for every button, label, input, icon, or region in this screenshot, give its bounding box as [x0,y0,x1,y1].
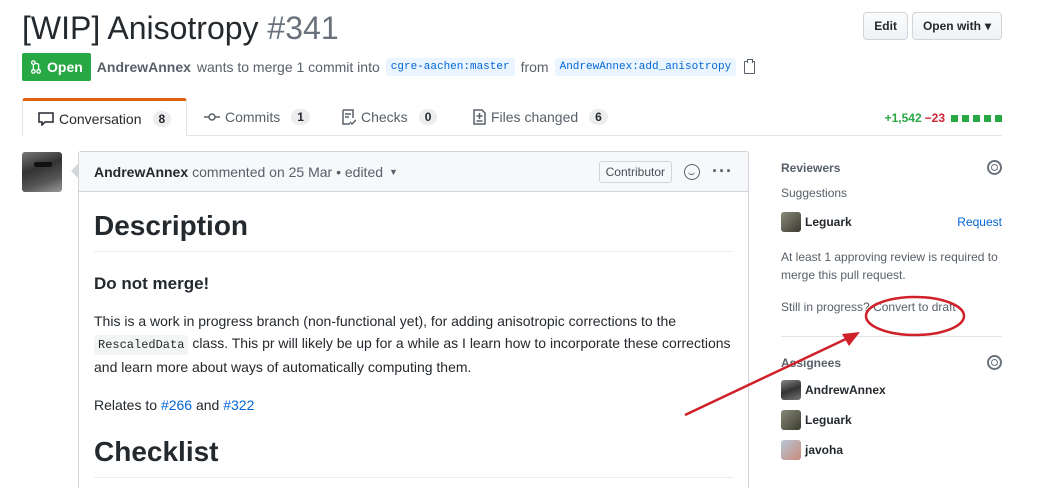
still-in-progress: Still in progress? Convert to draft [781,300,1002,314]
tab-counter: 0 [418,109,438,125]
paragraph-text: class. This pr will likely be up for a w… [94,335,731,375]
comment-icon [38,111,54,126]
diffstat-block [973,114,980,122]
divider [781,336,1002,337]
contributor-badge: Contributor [598,160,673,183]
pr-meta: Open AndrewAnnex wants to merge 1 commit… [22,53,756,81]
pr-title: [WIP] Anisotropy [22,10,259,46]
heading-description: Description [94,210,733,252]
sidebar: Reviewers Suggestions Leguark Request At… [781,160,1002,460]
relates-text: and [195,397,220,413]
request-review-link[interactable]: Request [957,215,1002,229]
assignee-row[interactable]: AndrewAnnex [781,380,1002,400]
tab-label: Checks [361,109,408,125]
issue-link-266[interactable]: #266 [161,397,192,413]
tab-counter: 8 [152,110,172,127]
tab-counter: 6 [589,109,608,125]
suggestions-label: Suggestions [781,186,848,200]
tab-conversation[interactable]: Conversation 8 [22,98,188,137]
chevron-down-icon[interactable]: ▼ [389,167,398,177]
diffstat[interactable]: +1,542 −23 [885,111,1002,125]
chevron-down-icon: ▾ [984,19,991,33]
page-title: [WIP] Anisotropy #341 [22,8,339,48]
approval-note: At least 1 approving review is required … [781,250,998,282]
tab-checks[interactable]: Checks 0 [342,98,438,136]
base-branch[interactable]: cgre-aachen:master [385,58,515,76]
additions-count: +1,542 [884,111,922,125]
avatar [781,380,801,400]
avatar [781,440,801,460]
merge-text: wants to merge 1 commit into [196,59,380,75]
gear-icon[interactable] [987,160,1002,175]
avatar[interactable] [22,152,62,192]
heading-checklist: Checklist [94,436,733,478]
diffstat-block [995,114,1002,122]
comment-body: Description Do not merge! This is a work… [79,192,748,488]
pr-tabs: Conversation 8 Commits 1 Checks 0 Files … [22,98,1002,137]
diffstat-block [951,114,958,122]
status-badge: Open [22,53,91,81]
avatar [781,410,801,430]
still-text: Still in progress? [781,300,870,314]
assignee-name: Leguark [805,413,852,427]
paragraph-text: This is a work in progress branch (non-f… [94,313,677,329]
inline-code: RescaledData [94,335,189,355]
comment-timestamp[interactable]: commented on 25 Mar • edited [192,164,383,180]
head-branch[interactable]: AndrewAnnex:add_anisotropy [554,58,737,76]
reviewers-header[interactable]: Reviewers [781,160,1002,175]
file-diff-icon [473,109,486,125]
assignees-header[interactable]: Assignees [781,355,1002,370]
clipboard-icon[interactable] [744,58,756,74]
reviewer-name[interactable]: Leguark [805,215,957,229]
open-with-label: Open with [922,19,981,33]
heading-do-not-merge: Do not merge! [94,274,210,293]
issue-link-322[interactable]: #322 [223,397,254,413]
gear-icon[interactable] [987,355,1002,370]
assignee-row[interactable]: Leguark [781,410,1002,430]
tab-label: Files changed [491,109,579,125]
comment-header: AndrewAnnex commented on 25 Mar • edited… [79,152,748,192]
header-actions: Edit Open with ▾ [863,12,1002,40]
diffstat-block [984,114,991,122]
kebab-menu-icon[interactable]: ··· [712,161,733,182]
status-label: Open [47,59,83,75]
paragraph: This is a work in progress branch (non-f… [94,310,733,378]
tab-label: Conversation [59,110,142,127]
assignees-title: Assignees [781,355,842,370]
relates-line: Relates to #266 and #322 [94,394,733,416]
assignee-name: AndrewAnnex [805,383,886,397]
reviewer-suggestion: Leguark Request [781,212,1002,232]
pr-number: #341 [267,10,339,46]
tab-label: Commits [225,109,281,125]
assignee-row[interactable]: javoha [781,440,1002,460]
relates-text: Relates to [94,397,158,413]
open-with-button[interactable]: Open with ▾ [911,12,1002,40]
checklist-icon [342,109,356,125]
convert-to-draft-link[interactable]: Convert to draft [873,300,956,314]
comment-box: AndrewAnnex commented on 25 Mar • edited… [71,151,749,488]
avatar[interactable] [781,212,801,232]
commit-icon [204,113,220,121]
author-link[interactable]: AndrewAnnex [97,59,191,75]
diffstat-block [962,114,969,122]
assignee-name: javoha [805,443,844,457]
tab-files-changed[interactable]: Files changed 6 [473,98,608,136]
smiley-icon[interactable] [684,163,701,180]
pull-request-icon [30,60,42,74]
reviewers-title: Reviewers [781,160,841,175]
tab-commits[interactable]: Commits 1 [204,98,310,136]
from-text: from [520,59,549,75]
tab-counter: 1 [291,109,310,125]
deletions-count: −23 [924,111,945,125]
comment-author[interactable]: AndrewAnnex [94,164,188,180]
edit-button[interactable]: Edit [863,12,908,40]
